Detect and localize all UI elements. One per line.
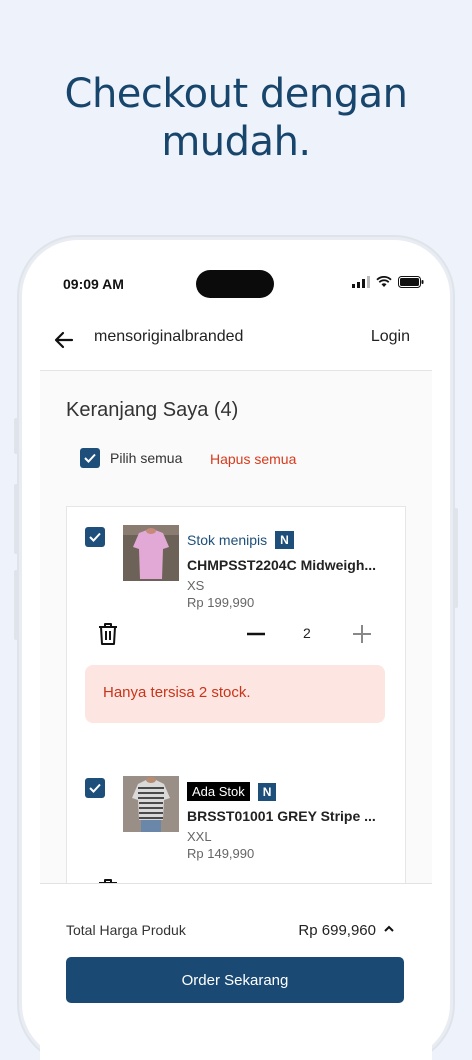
product-price: Rp 199,990 bbox=[187, 595, 255, 610]
checkmark-icon bbox=[84, 453, 96, 463]
cart-item: Stok menipis N CHMPSST2204C Midweigh... … bbox=[66, 506, 406, 760]
new-badge: N bbox=[275, 531, 294, 549]
order-now-button[interactable]: Order Sekarang bbox=[66, 957, 404, 1003]
store-name[interactable]: mensoriginalbranded bbox=[94, 328, 243, 346]
cart-item: Ada Stok N BRSST01001 GREY Stripe ... XX… bbox=[66, 758, 406, 884]
phone-side-button-left-3 bbox=[14, 570, 18, 640]
product-price: Rp 149,990 bbox=[187, 846, 255, 861]
total-price-value: Rp 699,960 bbox=[298, 922, 376, 939]
headline-line-1: Checkout dengan bbox=[64, 71, 408, 117]
item-tags: Ada Stok N bbox=[187, 782, 277, 801]
item-checkbox[interactable] bbox=[85, 527, 105, 547]
delete-all-link[interactable]: Hapus semua bbox=[210, 451, 296, 467]
stock-status: Stok menipis bbox=[187, 532, 268, 548]
cart-content[interactable]: Keranjang Saya (4) Pilih semua Hapus sem… bbox=[40, 371, 432, 884]
status-icons bbox=[352, 276, 424, 288]
checkmark-icon bbox=[89, 532, 101, 542]
item-tags: Stok menipis N bbox=[187, 531, 294, 549]
dynamic-island bbox=[196, 270, 274, 298]
product-name[interactable]: BRSST01001 GREY Stripe ... bbox=[187, 808, 392, 824]
phone-side-button-left-2 bbox=[14, 484, 18, 554]
quantity-value: 2 bbox=[303, 625, 311, 641]
battery-icon bbox=[398, 276, 424, 288]
back-arrow-icon[interactable] bbox=[52, 328, 76, 352]
product-image[interactable] bbox=[123, 776, 179, 832]
phone-frame: 09:09 AM mensoriginalbranded Login Keran… bbox=[22, 240, 450, 1060]
login-link[interactable]: Login bbox=[371, 328, 410, 346]
signal-icon bbox=[352, 276, 370, 288]
checkout-bar: Total Harga Produk Rp 699,960 Order Seka… bbox=[40, 883, 432, 1060]
wifi-icon bbox=[376, 276, 392, 287]
headline: Checkout dengan mudah. bbox=[0, 70, 472, 166]
increase-quantity-button[interactable] bbox=[351, 623, 373, 645]
trash-icon[interactable] bbox=[97, 622, 119, 646]
status-bar: 09:09 AM bbox=[40, 268, 432, 300]
new-badge: N bbox=[257, 782, 277, 801]
select-all-control[interactable]: Pilih semua bbox=[80, 448, 182, 468]
low-stock-alert: Hanya tersisa 2 stock. bbox=[85, 665, 385, 723]
product-name[interactable]: CHMPSST2204C Midweigh... bbox=[187, 557, 392, 573]
select-all-label: Pilih semua bbox=[110, 450, 183, 466]
stock-status: Ada Stok bbox=[187, 782, 250, 801]
phone-side-button-right bbox=[454, 508, 458, 608]
phone-side-button-left-1 bbox=[14, 418, 18, 454]
low-stock-alert-text: Hanya tersisa 2 stock. bbox=[103, 684, 251, 701]
item-checkbox[interactable] bbox=[85, 778, 105, 798]
product-size: XS bbox=[187, 578, 205, 593]
checkmark-icon bbox=[89, 783, 101, 793]
striped-tshirt-photo bbox=[123, 776, 179, 832]
total-price-label: Total Harga Produk bbox=[66, 922, 186, 938]
select-all-checkbox[interactable] bbox=[80, 448, 100, 468]
product-image[interactable] bbox=[123, 525, 179, 581]
cart-title: Keranjang Saya (4) bbox=[66, 399, 239, 421]
decrease-quantity-button[interactable] bbox=[245, 623, 267, 645]
status-time: 09:09 AM bbox=[63, 276, 124, 292]
product-size: XXL bbox=[187, 829, 212, 844]
chevron-up-icon[interactable] bbox=[382, 922, 396, 936]
pink-tshirt-photo bbox=[123, 525, 179, 581]
headline-line-2: mudah. bbox=[161, 119, 311, 165]
top-navigation-bar: mensoriginalbranded Login bbox=[40, 310, 432, 371]
